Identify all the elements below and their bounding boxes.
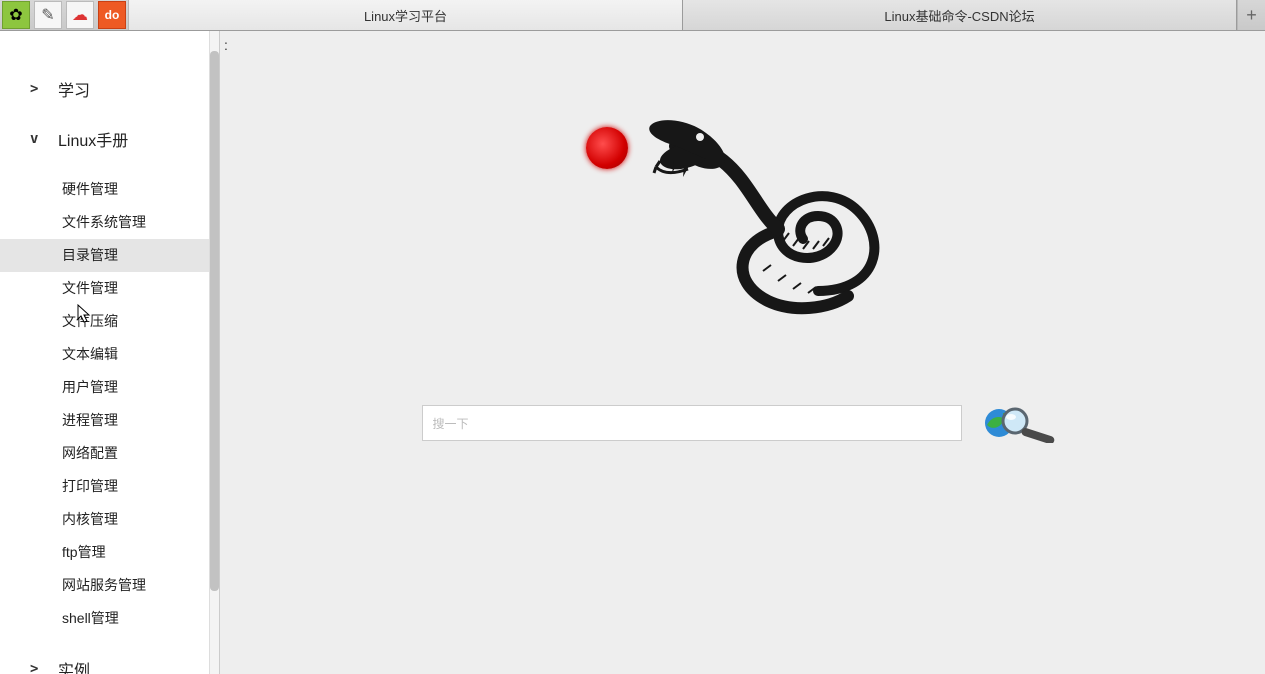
sidebar-section-label: Linux手册 [58,127,128,151]
sidebar-item-print[interactable]: 打印管理 [62,470,219,503]
main-content: : [220,31,1265,674]
search-row [422,401,1064,445]
ext-icon-2[interactable]: ✎ [34,1,62,29]
sidebar-section-label: 实例 [58,657,90,674]
new-tab-button[interactable]: + [1237,0,1265,30]
content-area: > 学习 v Linux手册 硬件管理 文件系统管理 目录管理 文件管理 文件压… [0,31,1265,674]
sidebar-item-ftp[interactable]: ftp管理 [62,536,219,569]
snake-icon [628,111,908,331]
sidebar-item-kernel[interactable]: 内核管理 [62,503,219,536]
sidebar: > 学习 v Linux手册 硬件管理 文件系统管理 目录管理 文件管理 文件压… [0,31,220,674]
sidebar-item-directory[interactable]: 目录管理 [0,239,219,272]
extension-icons: ✿ ✎ ☁ do [0,0,129,30]
scrollbar-thumb[interactable] [210,51,219,591]
sidebar-section-label: 学习 [58,77,90,101]
sidebar-item-filesystem[interactable]: 文件系统管理 [62,206,219,239]
site-logo [578,111,908,341]
ext-icon-4[interactable]: do [98,1,126,29]
sidebar-item-file[interactable]: 文件管理 [62,272,219,305]
ext-icon-1[interactable]: ✿ [2,1,30,29]
sidebar-item-network[interactable]: 网络配置 [62,437,219,470]
sidebar-item-shell[interactable]: shell管理 [62,602,219,635]
sidebar-section-linux-manual[interactable]: v Linux手册 [0,123,219,155]
sidebar-section-study[interactable]: > 学习 [0,73,219,105]
sidebar-section-examples[interactable]: > 实例 [0,653,219,674]
sidebar-item-webserver[interactable]: 网站服务管理 [62,569,219,602]
browser-tabbar: ✿ ✎ ☁ do Linux学习平台 Linux基础命令-CSDN论坛 + [0,0,1265,31]
sidebar-item-process[interactable]: 进程管理 [62,404,219,437]
sidebar-item-hardware[interactable]: 硬件管理 [62,173,219,206]
red-sun-icon [586,127,628,169]
tab-inactive[interactable]: Linux基础命令-CSDN论坛 [683,0,1237,30]
sidebar-item-compress[interactable]: 文件压缩 [62,305,219,338]
search-button[interactable] [980,401,1064,445]
sidebar-item-user[interactable]: 用户管理 [62,371,219,404]
globe-magnifier-icon [981,403,1063,443]
stray-colon: : [224,37,228,53]
search-input[interactable] [422,405,962,441]
sidebar-nav: > 学习 v Linux手册 硬件管理 文件系统管理 目录管理 文件管理 文件压… [0,31,219,674]
sidebar-scrollbar[interactable] [209,31,219,674]
chevron-down-icon: v [30,131,44,147]
tab-active[interactable]: Linux学习平台 [129,0,683,30]
sidebar-subitems: 硬件管理 文件系统管理 目录管理 文件管理 文件压缩 文本编辑 用户管理 进程管… [0,173,219,635]
ext-icon-3[interactable]: ☁ [66,1,94,29]
chevron-right-icon: > [30,661,44,674]
chevron-right-icon: > [30,81,44,97]
sidebar-item-textedit[interactable]: 文本编辑 [62,338,219,371]
